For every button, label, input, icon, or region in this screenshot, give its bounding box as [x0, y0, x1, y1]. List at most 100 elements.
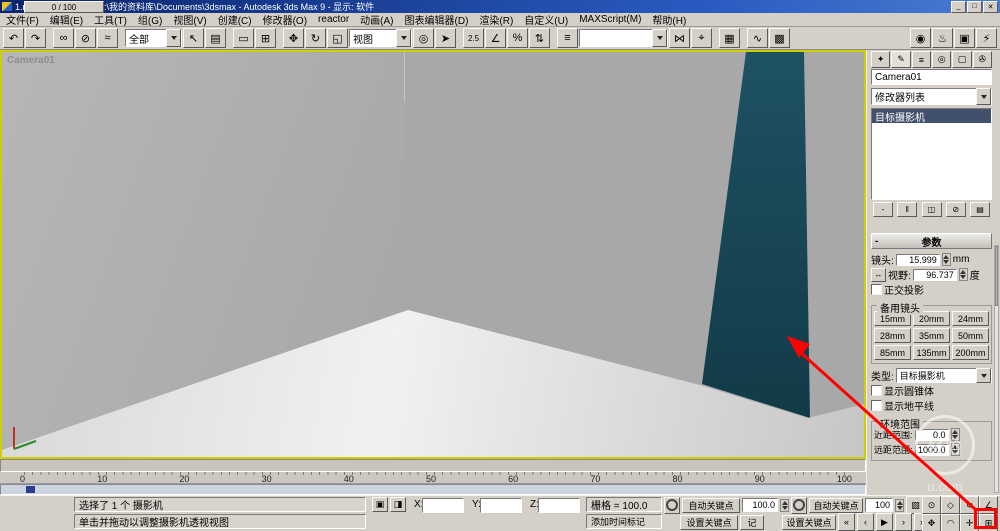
modify-tab[interactable]: ✎: [891, 51, 911, 68]
previous-frame-button[interactable]: ‹: [857, 513, 874, 531]
select-and-move-icon[interactable]: ✥: [283, 28, 304, 48]
object-name-field[interactable]: Camera01: [871, 69, 992, 85]
rectangular-selection-region-icon[interactable]: ▭: [233, 28, 254, 48]
menu-modifiers[interactable]: 修改器(O): [263, 12, 307, 27]
modifier-list-dropdown[interactable]: 修改器列表: [871, 88, 992, 105]
lens-85mm-button[interactable]: 85mm: [874, 345, 911, 360]
pin-stack-button[interactable]: -: [873, 202, 893, 217]
orthographic-checkbox[interactable]: [871, 284, 882, 295]
stack-item-target-camera[interactable]: 目标摄影机: [872, 109, 991, 124]
chevron-down-icon[interactable]: [652, 29, 667, 47]
menu-file[interactable]: 文件(F): [6, 12, 39, 27]
menu-views[interactable]: 视图(V): [173, 12, 206, 27]
key-frame-field-1[interactable]: 100.0: [742, 498, 778, 512]
keyframe-marker[interactable]: [26, 486, 35, 493]
x-coordinate-field[interactable]: [422, 498, 464, 513]
curve-editor-icon[interactable]: ∿: [747, 28, 768, 48]
truck-camera-button[interactable]: ✥: [922, 514, 941, 531]
camera-viewport[interactable]: Camera01: [0, 50, 866, 459]
lens-135mm-button[interactable]: 135mm: [913, 345, 950, 360]
track-bar[interactable]: [0, 484, 866, 495]
dolly-camera-button[interactable]: ⊙: [922, 496, 941, 514]
menu-animation[interactable]: 动画(A): [360, 12, 393, 27]
reference-coordinate-dropdown[interactable]: 视图: [349, 29, 412, 47]
key-frame-field-2[interactable]: 100: [865, 498, 893, 512]
angle-snap-icon[interactable]: ∠: [485, 28, 506, 48]
select-and-scale-icon[interactable]: ◱: [327, 28, 348, 48]
pan-viewport-button[interactable]: ✛: [960, 514, 979, 531]
named-selection-sets-dropdown[interactable]: [579, 29, 668, 47]
select-and-manipulate-icon[interactable]: ➤: [435, 28, 456, 48]
panel-scrollbar[interactable]: [994, 245, 999, 493]
make-unique-button[interactable]: ◫: [921, 202, 942, 217]
lens-35mm-button[interactable]: 35mm: [913, 328, 950, 343]
menu-graph-editors[interactable]: 图表编辑器(D): [405, 12, 469, 27]
menu-maxscript[interactable]: MAXScript(M): [579, 14, 641, 25]
menu-rendering[interactable]: 渲染(R): [479, 12, 513, 27]
z-coordinate-field[interactable]: [538, 498, 580, 513]
render-type-icon[interactable]: ▣: [954, 28, 975, 48]
menu-edit[interactable]: 编辑(E): [50, 12, 83, 27]
go-to-start-button[interactable]: «: [838, 513, 855, 531]
percent-snap-icon[interactable]: %: [507, 28, 528, 48]
parameters-rollout-header[interactable]: - 参数: [871, 233, 992, 249]
absolute-mode-icon[interactable]: ◨: [390, 497, 406, 512]
material-editor-icon[interactable]: ◉: [910, 28, 931, 48]
select-object-icon[interactable]: ↖: [183, 28, 204, 48]
lens-field[interactable]: 15.999: [895, 253, 940, 266]
hierarchy-tab[interactable]: ≡: [911, 51, 931, 68]
far-range-field[interactable]: 1000.0: [914, 443, 949, 456]
show-end-result-button[interactable]: ‖: [897, 202, 918, 217]
select-and-link-icon[interactable]: ∞: [53, 28, 74, 48]
fov-field[interactable]: 96.737: [912, 268, 957, 281]
align-icon[interactable]: ⌖: [691, 28, 712, 48]
next-frame-button[interactable]: ›: [895, 513, 912, 531]
chevron-down-icon[interactable]: [396, 29, 411, 47]
mirror-icon[interactable]: ⋈: [669, 28, 690, 48]
time-slider-track[interactable]: [0, 459, 866, 472]
lens-50mm-button[interactable]: 50mm: [952, 328, 989, 343]
y-coordinate-field[interactable]: [480, 498, 522, 513]
selection-filter-dropdown[interactable]: 全部: [125, 29, 182, 47]
minimize-button[interactable]: _: [951, 0, 966, 13]
utilities-tab[interactable]: ✇: [972, 51, 992, 68]
quick-render-icon[interactable]: ⚡: [976, 28, 997, 48]
spinner-snap-icon[interactable]: ⇅: [529, 28, 550, 48]
bind-to-space-warp-icon[interactable]: ≈: [97, 28, 118, 48]
schematic-view-icon[interactable]: ▩: [769, 28, 790, 48]
set-key-mode-icon[interactable]: [664, 496, 680, 514]
redo-icon[interactable]: ↷: [25, 28, 46, 48]
menu-help[interactable]: 帮助(H): [652, 12, 686, 27]
create-tab[interactable]: ✦: [871, 51, 891, 68]
menu-tools[interactable]: 工具(T): [94, 12, 127, 27]
render-scene-icon[interactable]: ♨: [932, 28, 953, 48]
configure-modifier-sets-button[interactable]: ▤: [970, 202, 990, 217]
key-frame-spinner-1[interactable]: [780, 498, 789, 512]
snap-toggle-icon[interactable]: 2.5: [463, 28, 484, 48]
maximize-viewport-toggle-button[interactable]: ⊞: [979, 514, 998, 531]
fov-direction-button[interactable]: ↔: [871, 267, 886, 282]
lens-28mm-button[interactable]: 28mm: [874, 328, 911, 343]
undo-icon[interactable]: ↶: [3, 28, 24, 48]
orbit-camera-button[interactable]: ◠: [941, 514, 960, 531]
motion-tab[interactable]: ◎: [931, 51, 952, 68]
key-frame-spinner-2[interactable]: [895, 498, 904, 512]
set-key-button[interactable]: 设置关键点: [680, 514, 738, 530]
key-filter-button[interactable]: 记: [740, 514, 764, 530]
window-crossing-toggle-icon[interactable]: ⊞: [255, 28, 276, 48]
menu-create[interactable]: 创建(C): [218, 12, 252, 27]
layer-manager-icon[interactable]: ▦: [719, 28, 740, 48]
auto-key-button[interactable]: 自动关键点: [682, 497, 740, 513]
close-button[interactable]: ✕: [983, 0, 998, 13]
use-pivot-center-icon[interactable]: ◎: [413, 28, 434, 48]
camera-type-dropdown[interactable]: 目标摄影机: [895, 368, 992, 383]
viewport-label[interactable]: Camera01: [7, 55, 55, 66]
remove-modifier-button[interactable]: ⊘: [945, 202, 966, 217]
chevron-down-icon[interactable]: [166, 29, 181, 47]
lock-selection-icon[interactable]: ▣: [372, 497, 388, 512]
select-and-rotate-icon[interactable]: ↻: [305, 28, 326, 48]
fov-button[interactable]: ∠: [979, 496, 998, 514]
menu-reactor[interactable]: reactor: [318, 14, 349, 25]
far-range-spinner[interactable]: [950, 443, 960, 456]
set-key-mode-icon[interactable]: [791, 496, 807, 514]
